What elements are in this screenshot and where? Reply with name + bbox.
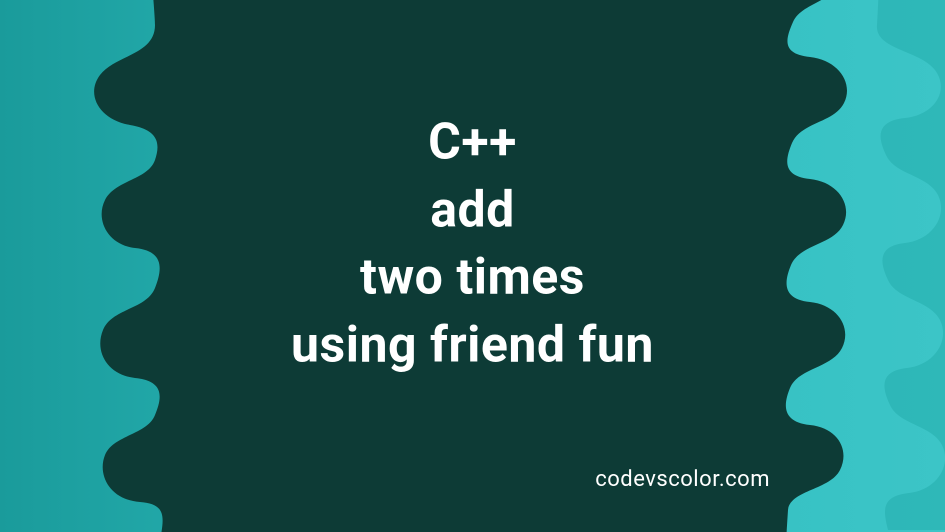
title-line-2: add <box>0 177 945 245</box>
site-credit: codevscolor.com <box>595 467 770 492</box>
title-line-3: two times <box>0 244 945 312</box>
title-line-1: C++ <box>0 109 945 177</box>
title-line-4: using friend fun <box>0 312 945 380</box>
main-title: C++ add two times using friend fun <box>0 109 945 379</box>
